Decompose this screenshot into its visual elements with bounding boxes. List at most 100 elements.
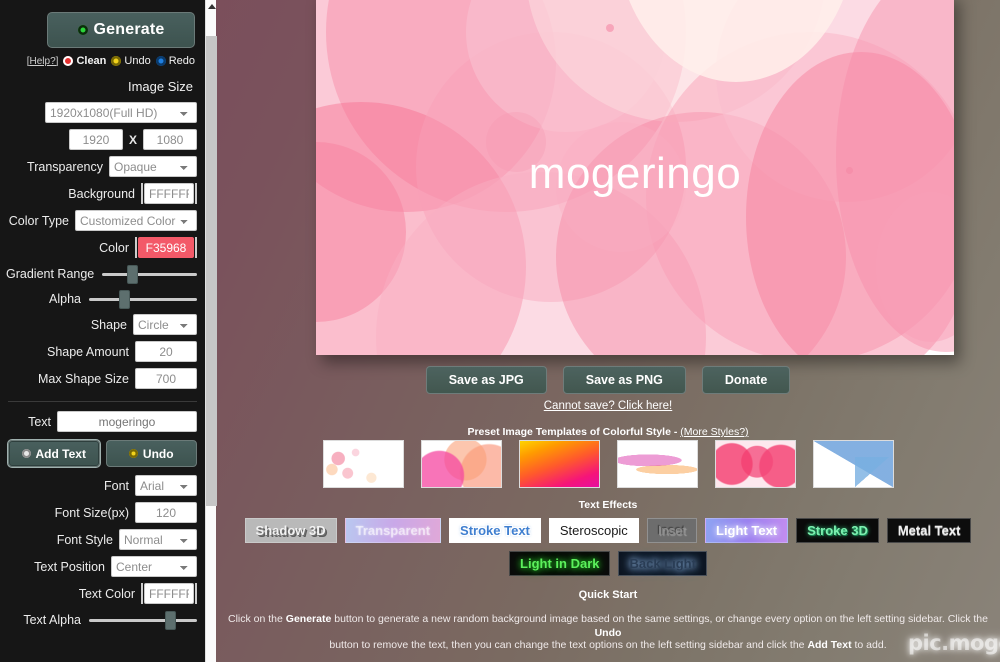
shape-amount-row: Shape Amount [6,338,199,365]
alpha-slider[interactable] [89,289,197,309]
text-color-row: Text Color [6,580,199,607]
blue-redo-circle-icon [155,56,166,66]
generate-button-wrapper: Generate [6,0,199,48]
transparency-label: Transparency [27,159,103,174]
text-undo-button[interactable]: Undo [105,440,197,467]
max-shape-size-row: Max Shape Size [6,365,199,392]
shape-amount-label: Shape Amount [46,344,129,359]
resolution-preset-row: 1920x1080(Full HD) [6,99,199,126]
sidebar-scrollbar[interactable] [205,0,217,662]
font-row: Font Arial [6,472,199,499]
text-alpha-slider[interactable] [89,610,197,630]
text-position-select[interactable]: Center [111,556,197,577]
text-color-hex-input[interactable] [144,583,194,604]
quick-start-line-1: Click on the Generate button to generate… [216,613,1000,640]
text-effect-back-light[interactable]: Back Light [618,551,707,576]
generate-button[interactable]: Generate [47,12,195,48]
text-effect-shadow-3d[interactable]: Shadow 3D [244,518,337,543]
shape-amount-input[interactable] [135,341,197,362]
text-action-row: Add Text Undo [6,435,199,472]
max-shape-size-input[interactable] [135,368,197,389]
preset-title-separator: - [670,426,681,438]
preset-thumbnail-blue-mountains[interactable] [812,440,894,488]
canvas-overlay-text: mogeringo [528,148,742,198]
font-size-row: Font Size(px) [6,499,199,526]
text-effect-light-text[interactable]: Light Text [705,518,789,543]
dimensions-row: X [6,126,199,153]
alpha-label: Alpha [49,292,81,306]
shape-select[interactable]: Circle [133,314,197,335]
settings-sidebar: Generate [Help?] Clean Undo Redo Image S… [0,0,205,662]
help-link[interactable]: [Help?] [27,56,59,67]
save-as-png-button[interactable]: Save as PNG [562,366,686,394]
redo-button[interactable]: Redo [155,55,195,67]
cannot-save-link[interactable]: Cannot save? Click here! [216,400,1000,412]
text-effect-inset[interactable]: Inset [646,518,697,543]
color-type-select[interactable]: Customized Color [75,210,197,231]
more-styles-link[interactable]: (More Styles?) [680,426,748,438]
text-effect-stroke-3d[interactable]: Stroke 3D [796,518,879,543]
undo-button[interactable]: Undo [111,55,151,67]
transparency-select[interactable]: Opaque [109,156,197,177]
text-effects-row-1: Shadow 3D Transparent Stroke Text Steros… [216,518,1000,543]
gradient-range-label: Gradient Range [6,267,95,281]
font-label: Font [103,478,129,493]
transparency-row: Transparency Opaque [6,153,199,180]
preset-thumbnail-soft-ribbon[interactable] [616,440,698,488]
quick-start-title: Quick Start [578,589,638,601]
font-style-select[interactable]: Normal [119,529,197,550]
font-size-input[interactable] [135,502,197,523]
site-watermark: pic.mogeringo.com [908,631,1000,655]
gradient-range-row: Gradient Range [6,261,199,286]
preset-thumbnail-bokeh-dots[interactable] [322,440,404,488]
clean-button[interactable]: Clean [63,55,106,67]
text-effect-light-in-dark[interactable]: Light in Dark [509,551,611,576]
font-select[interactable]: Arial [135,475,197,496]
font-style-label: Font Style [56,532,113,547]
qs-l2-part-c: to add. [851,639,887,651]
save-as-jpg-button[interactable]: Save as JPG [425,366,547,394]
clean-label: Clean [76,55,107,67]
text-effect-steroscopic[interactable]: Steroscopic [548,518,639,543]
image-size-section-title: Image Size [127,79,193,94]
color-label: Color [99,240,129,255]
donate-button[interactable]: Donate [701,366,791,394]
text-label: Text [28,414,51,429]
font-size-label: Font Size(px) [54,505,129,520]
color-row: Color [6,234,199,261]
dimension-separator: X [128,132,137,147]
preset-templates-title-text: Preset Image Templates of Colorful Style [467,426,671,438]
text-position-row: Text Position Center [6,553,199,580]
preset-thumbnail-pink-orange-blobs[interactable] [420,440,502,488]
text-effect-stroke-text[interactable]: Stroke Text [449,518,541,543]
preset-thumbnail-magenta-orange-gradient[interactable] [518,440,600,488]
text-effects-title: Text Effects [578,499,638,511]
utility-row: [Help?] Clean Undo Redo [6,48,199,67]
text-position-label: Text Position [34,559,105,574]
height-input[interactable] [143,129,197,150]
add-text-button[interactable]: Add Text [7,439,101,468]
quick-start-line-2: button to remove the text, then you can … [216,639,1000,653]
color-hex-input[interactable] [138,237,194,258]
text-effect-transparent[interactable]: Transparent [344,518,442,543]
qs-l2-part-a: button to remove the text, then you can … [329,639,808,651]
text-color-label: Text Color [78,586,135,601]
yellow-undo-circle-icon [111,56,122,66]
generated-image-canvas[interactable]: mogeringo [316,0,954,355]
preset-thumbnail-red-circles[interactable] [714,440,796,488]
text-input[interactable] [57,411,197,432]
text-undo-label: Undo [142,446,174,461]
gradient-range-slider-knob[interactable] [126,264,138,284]
resolution-preset-select[interactable]: 1920x1080(Full HD) [45,102,197,123]
qs-l1-part-c: button to generate a new random backgrou… [331,613,988,625]
alpha-slider-knob[interactable] [119,289,131,309]
background-hex-input[interactable] [144,183,194,204]
font-style-row: Font Style Normal [6,526,199,553]
text-alpha-slider-knob[interactable] [164,610,176,630]
width-input[interactable] [68,129,123,150]
gradient-range-slider[interactable] [102,264,197,284]
text-effects-row-2: Light in Dark Back Light [216,551,1000,576]
yellow-undo-circle-icon [128,449,138,458]
text-effect-metal-text[interactable]: Metal Text [886,518,972,543]
generated-image-wrapper: mogeringo [316,0,954,355]
